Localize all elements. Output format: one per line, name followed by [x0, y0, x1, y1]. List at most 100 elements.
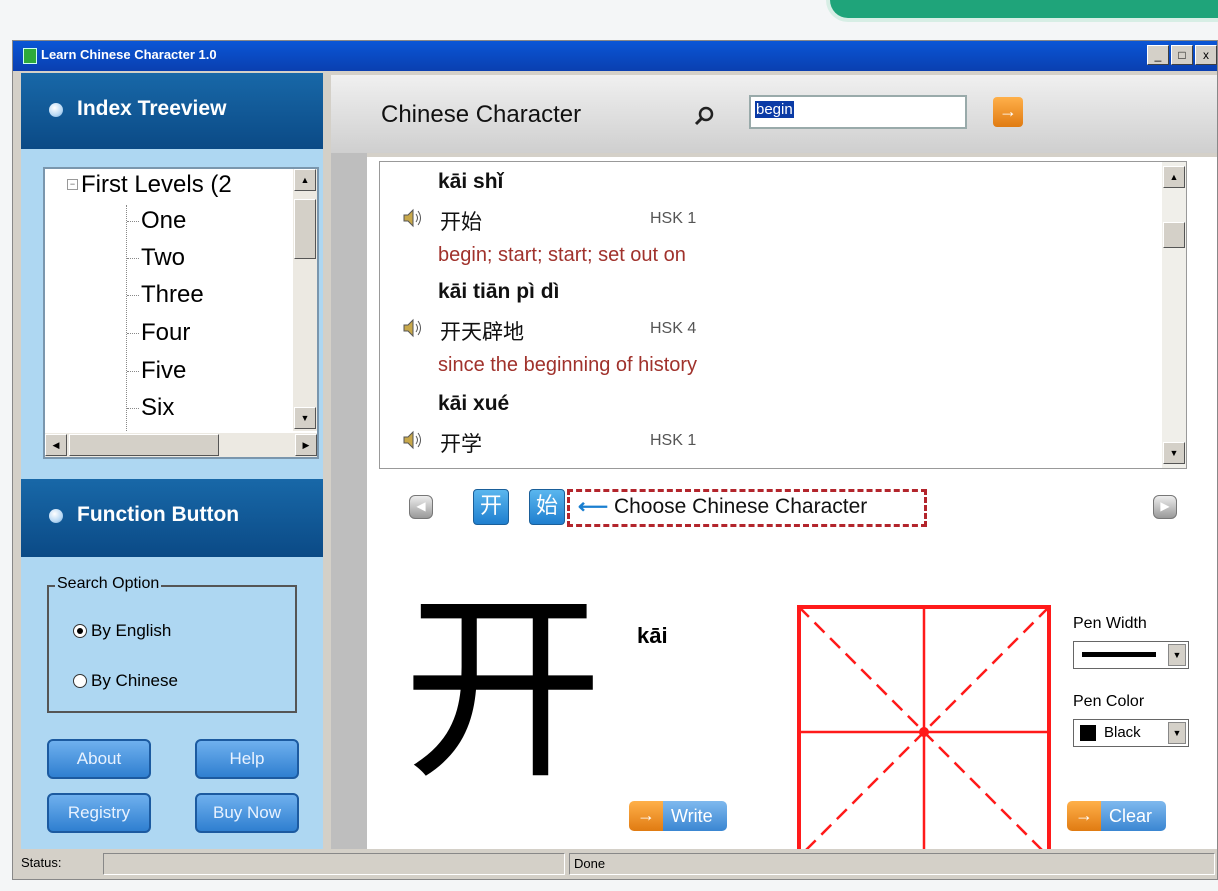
- bullet-icon: [49, 509, 63, 523]
- radio-by-chinese[interactable]: By Chinese: [73, 671, 178, 691]
- choose-hint-box: ⟵ Choose Chinese Character: [567, 489, 927, 527]
- result-characters[interactable]: 开学: [440, 428, 482, 458]
- tree-root-node[interactable]: − First Levels (2: [67, 171, 232, 199]
- tree-item-one[interactable]: One: [127, 207, 186, 235]
- write-label: Write: [663, 801, 727, 831]
- scroll-thumb[interactable]: [1163, 222, 1185, 248]
- write-button[interactable]: → Write: [629, 801, 727, 831]
- pen-color-label: Pen Color: [1073, 693, 1145, 710]
- index-treeview-header: Index Treeview: [21, 73, 323, 149]
- result-definition: begin; start; start; set out on: [438, 244, 686, 266]
- content-margin: [331, 153, 367, 851]
- function-button-header: Function Button: [21, 479, 323, 557]
- radio-checked-icon[interactable]: [73, 624, 87, 638]
- result-characters[interactable]: 开天辟地: [440, 316, 524, 346]
- status-progress: [103, 853, 565, 875]
- scroll-thumb[interactable]: [294, 199, 316, 259]
- result-definition: since the beginning of history: [438, 354, 698, 376]
- results-list[interactable]: kāi shǐ 开始 HSK 1 begin; start; start; se…: [379, 161, 1187, 469]
- main-content: kāi shǐ 开始 HSK 1 begin; start; start; se…: [367, 157, 1217, 859]
- search-input-value: begin: [755, 101, 794, 118]
- clear-button[interactable]: → Clear: [1067, 801, 1167, 831]
- page-title: Chinese Character: [381, 101, 582, 128]
- result-pinyin: kāi xué: [438, 392, 510, 415]
- hscroll-thumb[interactable]: [69, 434, 219, 456]
- writing-grid[interactable]: [797, 605, 1051, 859]
- scroll-right-icon[interactable]: ▶: [295, 434, 317, 456]
- dropdown-icon[interactable]: ▼: [1168, 644, 1186, 666]
- scroll-up-icon[interactable]: ▲: [1163, 166, 1185, 188]
- search-input[interactable]: begin: [749, 95, 967, 129]
- collapse-icon[interactable]: −: [67, 179, 78, 190]
- left-panel: Index Treeview − First Levels (2 One Two…: [21, 73, 323, 849]
- results-scrollbar[interactable]: ▲ ▼: [1162, 162, 1186, 468]
- app-window: Learn Chinese Character 1.0 _ □ x Index …: [12, 40, 1218, 880]
- scroll-left-icon[interactable]: ◀: [45, 434, 67, 456]
- search-option-group: Search Option By English By Chinese: [47, 575, 297, 713]
- tree-vertical-scrollbar[interactable]: ▲ ▼: [293, 169, 317, 431]
- registry-button[interactable]: Registry: [47, 793, 151, 833]
- tree-item-label: Four: [141, 319, 191, 346]
- pen-color-value: Black: [1104, 724, 1141, 741]
- next-char-icon[interactable]: ▶: [1153, 495, 1177, 519]
- tree-item-five[interactable]: Five: [127, 357, 186, 385]
- speaker-icon[interactable]: [402, 318, 424, 338]
- color-swatch: [1080, 725, 1096, 741]
- title-bar[interactable]: Learn Chinese Character 1.0 _ □ x: [13, 41, 1217, 71]
- search-go-button[interactable]: →: [993, 97, 1023, 127]
- arrow-left-icon: ⟵: [578, 495, 609, 518]
- help-button[interactable]: Help: [195, 739, 299, 779]
- search-option-legend: Search Option: [55, 575, 162, 593]
- result-characters[interactable]: 开始: [440, 206, 482, 236]
- previous-char-icon[interactable]: ◀: [409, 495, 433, 519]
- about-button[interactable]: About: [47, 739, 151, 779]
- tree-item-six[interactable]: Six: [127, 394, 174, 422]
- window-controls: _ □ x: [1147, 45, 1217, 67]
- radio-label: By Chinese: [91, 671, 178, 690]
- result-pinyin: kāi shǐ: [438, 170, 504, 193]
- dropdown-icon[interactable]: ▼: [1168, 722, 1186, 744]
- character-pinyin: kāi: [637, 623, 668, 648]
- maximize-button[interactable]: □: [1171, 45, 1193, 65]
- result-hsk-level: HSK 1: [650, 210, 697, 227]
- tree-horizontal-scrollbar[interactable]: ◀ ▶: [45, 433, 317, 457]
- tree-item-label: Two: [141, 244, 186, 271]
- tree-item-label: One: [141, 207, 187, 234]
- status-message: Done: [569, 853, 1215, 875]
- scroll-down-icon[interactable]: ▼: [1163, 442, 1185, 464]
- tree-item-two[interactable]: Two: [127, 244, 185, 272]
- app-icon: [23, 48, 37, 64]
- pen-color-select[interactable]: Black ▼: [1073, 719, 1189, 747]
- radio-unchecked-icon[interactable]: [73, 674, 87, 688]
- tree-item-three[interactable]: Three: [127, 281, 204, 309]
- choose-hint-text: Choose Chinese Character: [613, 495, 868, 518]
- result-hsk-level: HSK 4: [650, 320, 697, 337]
- arrow-right-icon: →: [629, 801, 663, 831]
- status-bar: Status: Done: [13, 849, 1217, 879]
- char-tile[interactable]: 始: [529, 489, 565, 525]
- search-header: Chinese Character begin →: [331, 75, 1217, 153]
- corner-decoration: [826, 0, 1218, 22]
- char-tile[interactable]: 开: [473, 489, 509, 525]
- speaker-icon[interactable]: [402, 208, 424, 228]
- character-display: 开: [403, 574, 604, 807]
- clear-label: Clear: [1101, 801, 1167, 831]
- tree-item-label: Five: [141, 357, 187, 384]
- buy-now-button[interactable]: Buy Now: [195, 793, 299, 833]
- tree-item-label: Three: [141, 281, 204, 308]
- tree-item-four[interactable]: Four: [127, 319, 190, 347]
- scroll-up-icon[interactable]: ▲: [294, 169, 316, 191]
- tree-item-label: Six: [141, 394, 175, 421]
- result-hsk-level: HSK 1: [650, 432, 697, 449]
- minimize-button[interactable]: _: [1147, 45, 1169, 65]
- pen-width-label: Pen Width: [1073, 615, 1147, 632]
- radio-by-english[interactable]: By English: [73, 621, 171, 641]
- pen-width-select[interactable]: ▼: [1073, 641, 1189, 669]
- close-button[interactable]: x: [1195, 45, 1217, 65]
- bullet-icon: [49, 103, 63, 117]
- index-treeview-title: Index Treeview: [77, 97, 227, 120]
- speaker-icon[interactable]: [402, 430, 424, 450]
- scroll-down-icon[interactable]: ▼: [294, 407, 316, 429]
- magnifier-icon: [694, 106, 714, 126]
- index-tree[interactable]: − First Levels (2 One Two Three Four Fiv…: [43, 167, 319, 459]
